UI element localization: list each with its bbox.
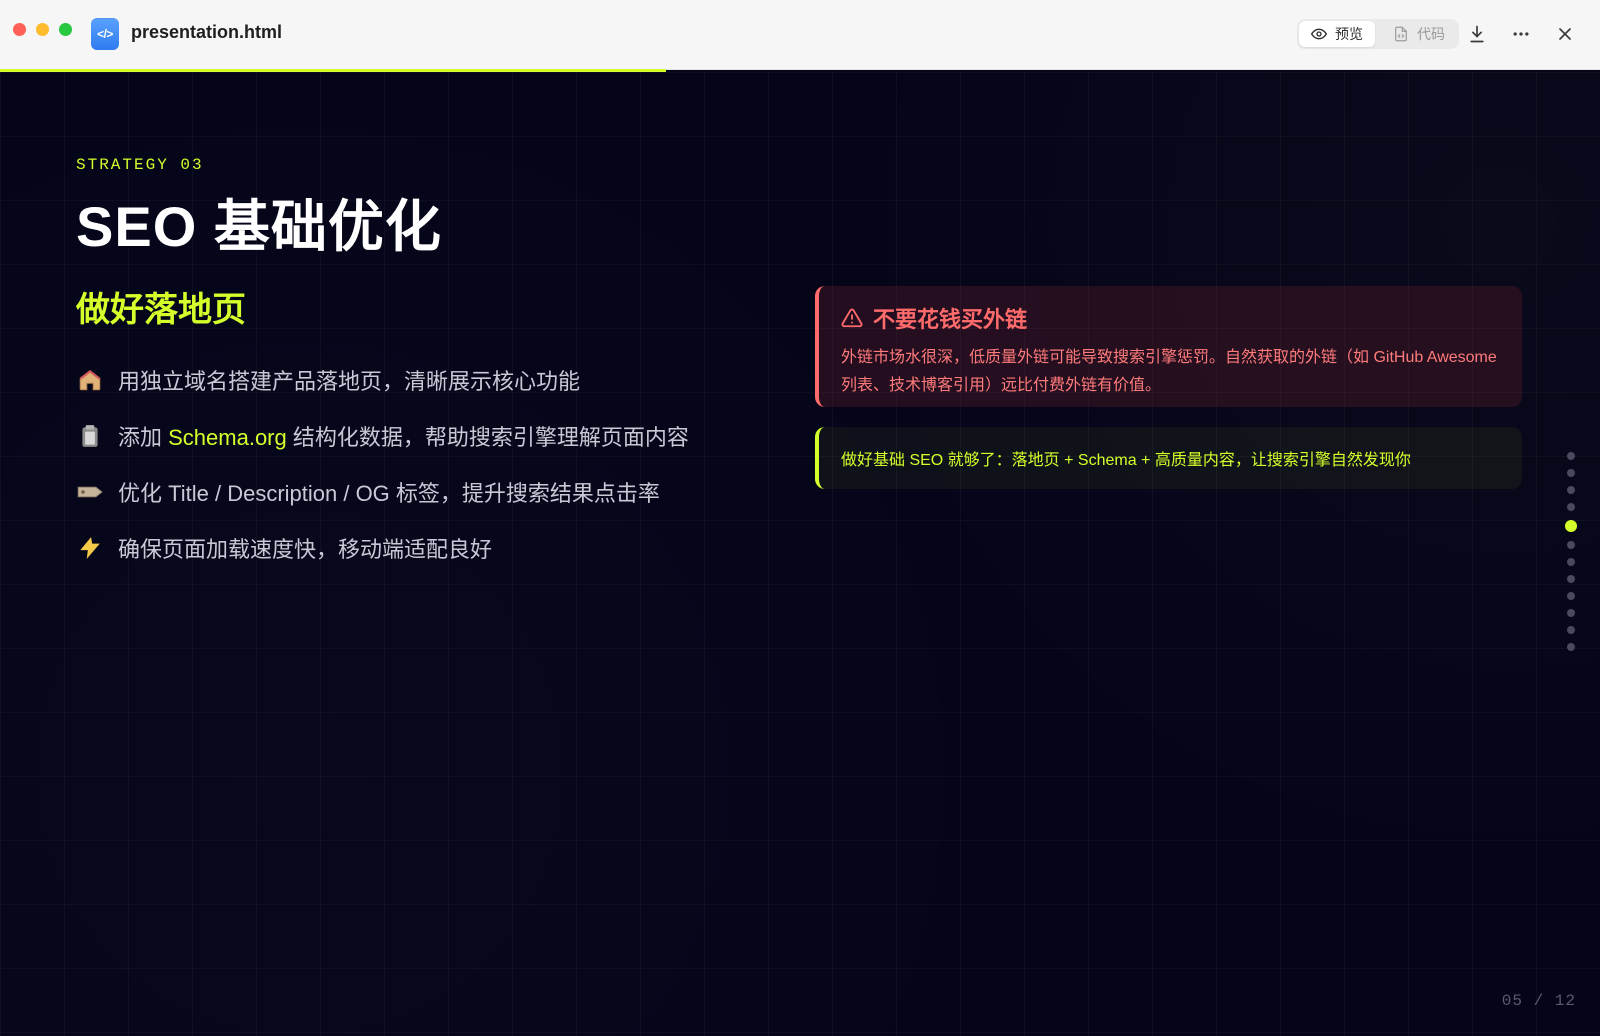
minimize-window-button[interactable] [36, 23, 49, 36]
slide-dot-1[interactable] [1567, 452, 1575, 460]
bullet-suffix: 结构化数据，帮助搜索引擎理解页面内容 [286, 425, 689, 450]
bullet-item: 优化 Title / Description / OG 标签，提升搜索结果点击率 [76, 464, 766, 520]
close-button[interactable] [1554, 23, 1576, 45]
bullet-item: 确保页面加载速度快，移动端适配良好 [76, 520, 766, 576]
section-title: 做好落地页 [76, 291, 246, 329]
total-slides: 12 [1554, 992, 1576, 1010]
eye-icon [1311, 28, 1327, 40]
slide-dot-8[interactable] [1567, 575, 1575, 583]
preview-label: 预览 [1335, 26, 1363, 42]
slide-dot-10[interactable] [1567, 609, 1575, 617]
bullet-text: 优化 Title / Description / OG 标签，提升搜索结果点击率 [118, 481, 660, 506]
more-icon [1513, 32, 1529, 36]
close-icon [1559, 28, 1571, 40]
slide-dot-7[interactable] [1567, 558, 1575, 566]
download-icon [1470, 25, 1484, 43]
slide-dot-4[interactable] [1567, 503, 1575, 511]
app-window: </> presentation.html 预览 代码 STRATEGY 03 … [0, 0, 1600, 1036]
slide-dot-5[interactable] [1565, 520, 1577, 532]
code-brackets-icon: </> [97, 27, 113, 41]
tip-card: 做好基础 SEO 就够了：落地页 + Schema + 高质量内容，让搜索引擎自… [815, 427, 1522, 489]
html-file-icon: </> [91, 18, 119, 50]
tag-icon [76, 478, 104, 506]
warning-title-row: 不要花钱买外链 [841, 302, 1500, 334]
download-button[interactable] [1466, 23, 1488, 45]
code-file-icon [1395, 26, 1407, 42]
lightning-icon [76, 534, 104, 562]
preview-button[interactable]: 预览 [1299, 21, 1375, 47]
slide-counter: 05 / 12 [1502, 992, 1576, 1010]
slide: STRATEGY 03 SEO 基础优化 做好落地页 用独立域名搭建产品落地页，… [0, 72, 1600, 1036]
code-button[interactable]: 代码 [1381, 21, 1457, 47]
slide-dot-11[interactable] [1567, 626, 1575, 634]
bullet-text: 用独立域名搭建产品落地页，清晰展示核心功能 [118, 369, 581, 394]
code-label: 代码 [1417, 26, 1445, 42]
tip-text: 做好基础 SEO 就够了：落地页 + Schema + 高质量内容，让搜索引擎自… [841, 452, 1411, 469]
slide-title: SEO 基础优化 [76, 195, 442, 258]
window-controls [13, 23, 72, 36]
bullet-text: 确保页面加载速度快，移动端适配良好 [118, 537, 493, 562]
slide-pager [1565, 452, 1577, 651]
bullet-prefix: 添加 [118, 425, 169, 450]
title-bar: </> presentation.html 预览 代码 [0, 0, 1600, 70]
clipboard-icon [76, 422, 104, 450]
bullet-list: 用独立域名搭建产品落地页，清晰展示核心功能 添加 Schema.org 结构化数… [76, 352, 766, 576]
house-icon [76, 366, 104, 394]
title-actions [1466, 23, 1576, 45]
close-window-button[interactable] [13, 23, 26, 36]
current-slide: 05 [1501, 992, 1523, 1010]
zoom-window-button[interactable] [59, 23, 72, 36]
slide-dot-3[interactable] [1567, 486, 1575, 494]
warning-title: 不要花钱买外链 [873, 307, 1028, 332]
warning-card: 不要花钱买外链 外链市场水很深，低质量外链可能导致搜索引擎惩罚。自然获取的外链（… [815, 286, 1522, 407]
slide-dot-2[interactable] [1567, 469, 1575, 477]
schema-link: Schema.org [168, 425, 287, 450]
warning-text: 外链市场水很深，低质量外链可能导致搜索引擎惩罚。自然获取的外链（如 GitHub… [841, 349, 1497, 394]
slide-dot-12[interactable] [1567, 643, 1575, 651]
view-toggle: 预览 代码 [1297, 19, 1459, 49]
strategy-eyebrow: STRATEGY 03 [76, 156, 204, 174]
more-button[interactable] [1510, 23, 1532, 45]
counter-separator: / [1533, 992, 1545, 1010]
slide-dot-9[interactable] [1567, 592, 1575, 600]
window-title: presentation.html [131, 22, 283, 42]
bullet-item: 用独立域名搭建产品落地页，清晰展示核心功能 [76, 352, 766, 408]
slide-dot-6[interactable] [1567, 541, 1575, 549]
bullet-item: 添加 Schema.org 结构化数据，帮助搜索引擎理解页面内容 [76, 408, 766, 464]
warning-triangle-icon [841, 308, 863, 328]
bullet-text: 添加 Schema.org 结构化数据，帮助搜索引擎理解页面内容 [118, 420, 689, 452]
